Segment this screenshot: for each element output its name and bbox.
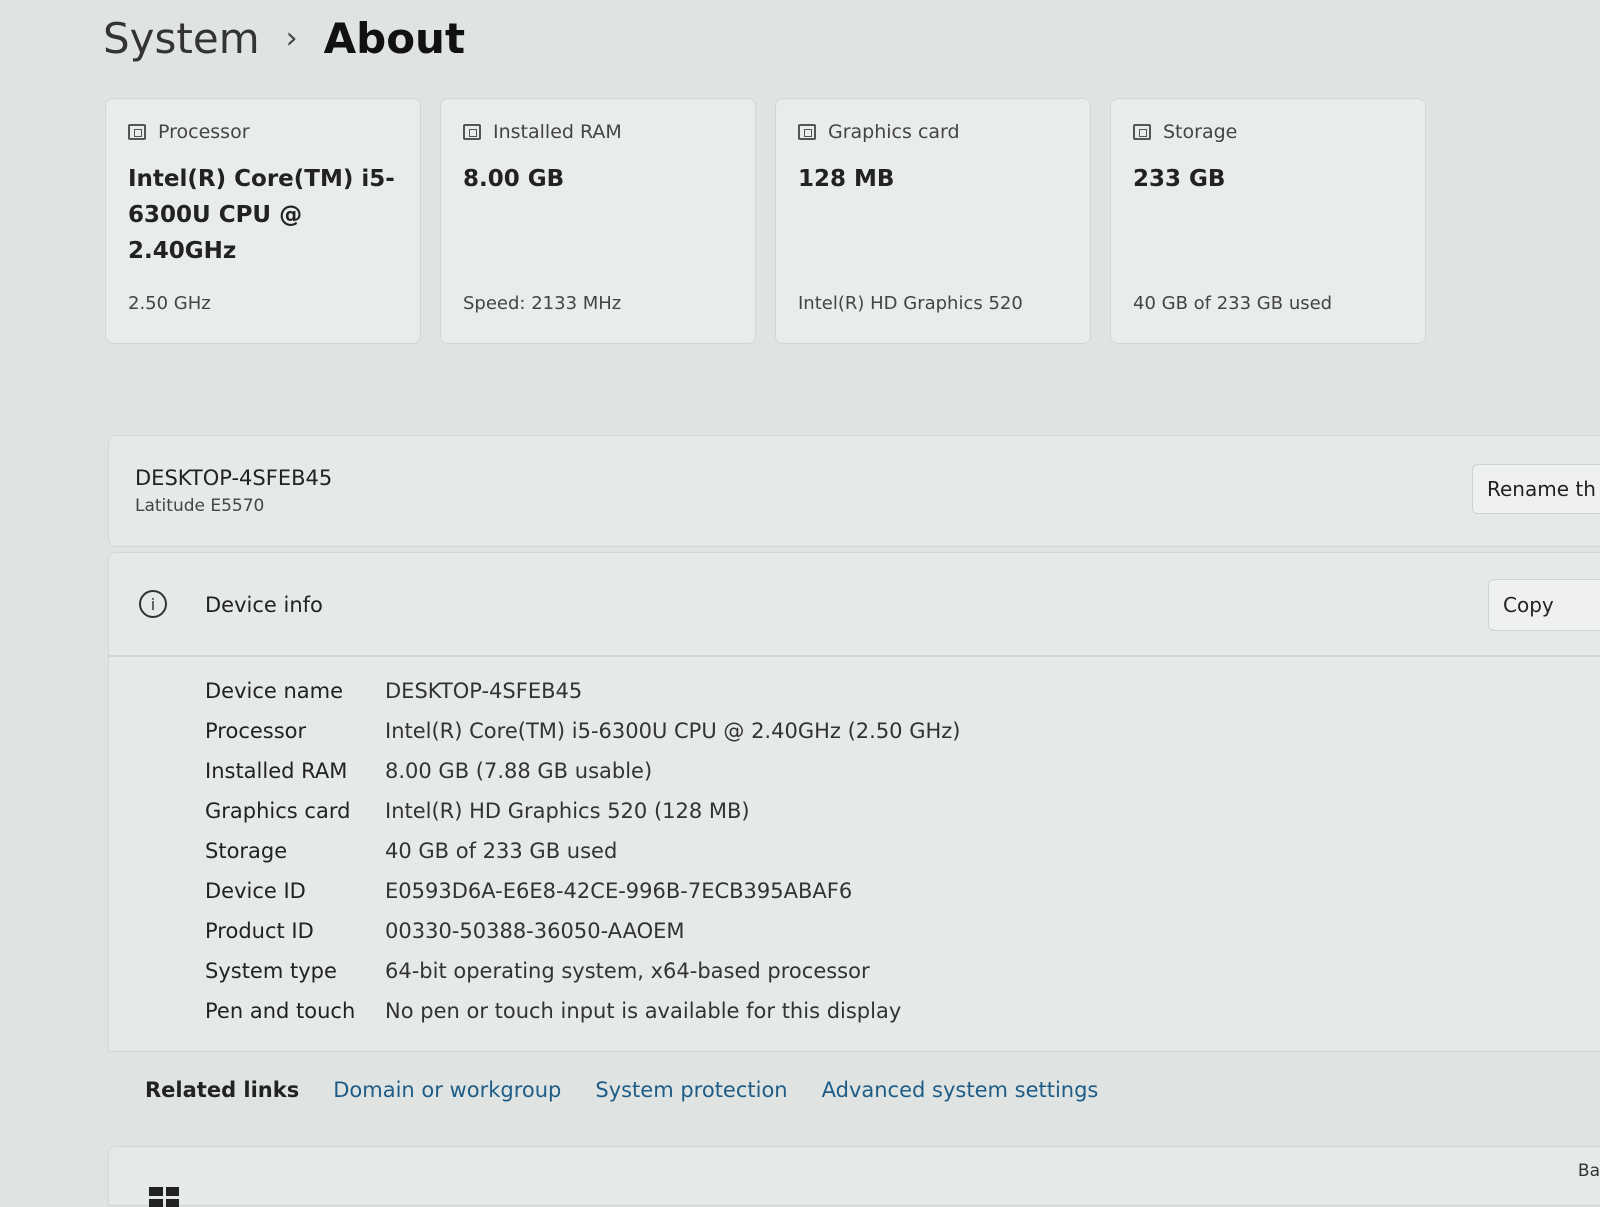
windows-section-right-text: Ba [1577,1161,1600,1181]
spec-key: Installed RAM [205,759,348,783]
device-header: DESKTOP-4SFEB45 Latitude E5570 Rename th [108,435,1600,547]
spec-key: Processor [205,719,307,743]
windows-logo-icon [149,1187,179,1207]
device-name: DESKTOP-4SFEB45 [135,466,333,490]
info-icon: i [139,590,167,618]
spec-row: Device ID E0593D6A-E6E8-42CE-996B-7ECB395… [205,879,852,903]
related-links-label: Related links [145,1078,300,1102]
spec-row: Storage 40 GB of 233 GB used [205,839,617,863]
system-protection-link[interactable]: System protection [595,1078,787,1102]
spec-value: 64-bit operating system, x64-based proce… [385,959,870,983]
spec-row: Device name DESKTOP-4SFEB45 [205,679,582,703]
spec-row: Installed RAM 8.00 GB (7.88 GB usable) [205,759,652,783]
processor-card-sub: 2.50 GHz [128,293,211,314]
windows-spec-section[interactable]: Ba [108,1146,1600,1207]
spec-row: Pen and touch No pen or touch input is av… [205,999,901,1023]
spec-key: Product ID [205,919,314,943]
spec-row: Graphics card Intel(R) HD Graphics 520 (1… [205,799,750,823]
processor-icon [128,124,146,140]
spec-value: DESKTOP-4SFEB45 [385,679,583,703]
spec-key: Storage [205,839,288,863]
domain-workgroup-link[interactable]: Domain or workgroup [333,1078,561,1102]
storage-card-sub: 40 GB of 233 GB used [1133,293,1333,314]
spec-row: Product ID 00330-50388-36050-AAOEM [205,919,685,943]
advanced-system-settings-link[interactable]: Advanced system settings [822,1078,1099,1102]
graphics-card-icon [798,124,816,140]
spec-value: E0593D6A-E6E8-42CE-996B-7ECB395ABAF6 [385,879,853,903]
spec-value: 40 GB of 233 GB used [385,839,618,863]
spec-key: Pen and touch [205,999,356,1023]
breadcrumb-system[interactable]: System [103,14,260,63]
spec-key: Device ID [205,879,306,903]
spec-value: 8.00 GB (7.88 GB usable) [385,759,653,783]
graphics-card-label: Graphics card [828,121,960,143]
storage-card-value: 233 GB [1133,166,1226,192]
spec-value: 00330-50388-36050-AAOEM [385,919,685,943]
device-model: Latitude E5570 [135,496,265,516]
device-info-header[interactable]: i Device info Copy [108,552,1600,656]
graphics-card-value: 128 MB [798,166,895,192]
spec-value: Intel(R) HD Graphics 520 (128 MB) [385,799,750,823]
spec-key: Device name [205,679,344,703]
spec-key: System type [205,959,337,983]
device-info-title: Device info [205,593,323,617]
related-links: Related links Domain or workgroup System… [145,1078,1098,1102]
ram-card: Installed RAM 8.00 GB Speed: 2133 MHz [440,98,756,344]
ram-icon [463,124,481,140]
copy-button[interactable]: Copy [1488,579,1600,631]
graphics-card-card: Graphics card 128 MB Intel(R) HD Graphic… [775,98,1091,344]
device-info-body: Device name DESKTOP-4SFEB45 Processor Inte… [108,656,1600,1052]
processor-card-value: Intel(R) Core(TM) i5-6300U CPU @ 2.40GHz [128,166,395,264]
spec-key: Graphics card [205,799,351,823]
processor-card-label: Processor [158,121,250,143]
storage-card: Storage 233 GB 40 GB of 233 GB used [1110,98,1426,344]
storage-icon [1133,124,1151,140]
ram-card-value: 8.00 GB [463,166,565,192]
breadcrumb: System › About [103,14,465,63]
ram-card-label: Installed RAM [493,121,622,143]
spec-value: Intel(R) Core(TM) i5-6300U CPU @ 2.40GHz… [385,719,961,743]
chevron-right-icon: › [285,21,298,56]
ram-card-sub: Speed: 2133 MHz [463,293,622,314]
spec-row: Processor Intel(R) Core(TM) i5-6300U CPU … [205,719,961,743]
rename-button[interactable]: Rename th [1472,464,1600,514]
spec-value: No pen or touch input is available for t… [385,999,902,1023]
graphics-card-sub: Intel(R) HD Graphics 520 [798,293,1023,314]
spec-row: System type 64-bit operating system, x64-… [205,959,870,983]
processor-card: Processor Intel(R) Core(TM) i5-6300U CPU… [105,98,421,344]
storage-card-label: Storage [1163,121,1238,143]
page-title: About [323,14,466,63]
